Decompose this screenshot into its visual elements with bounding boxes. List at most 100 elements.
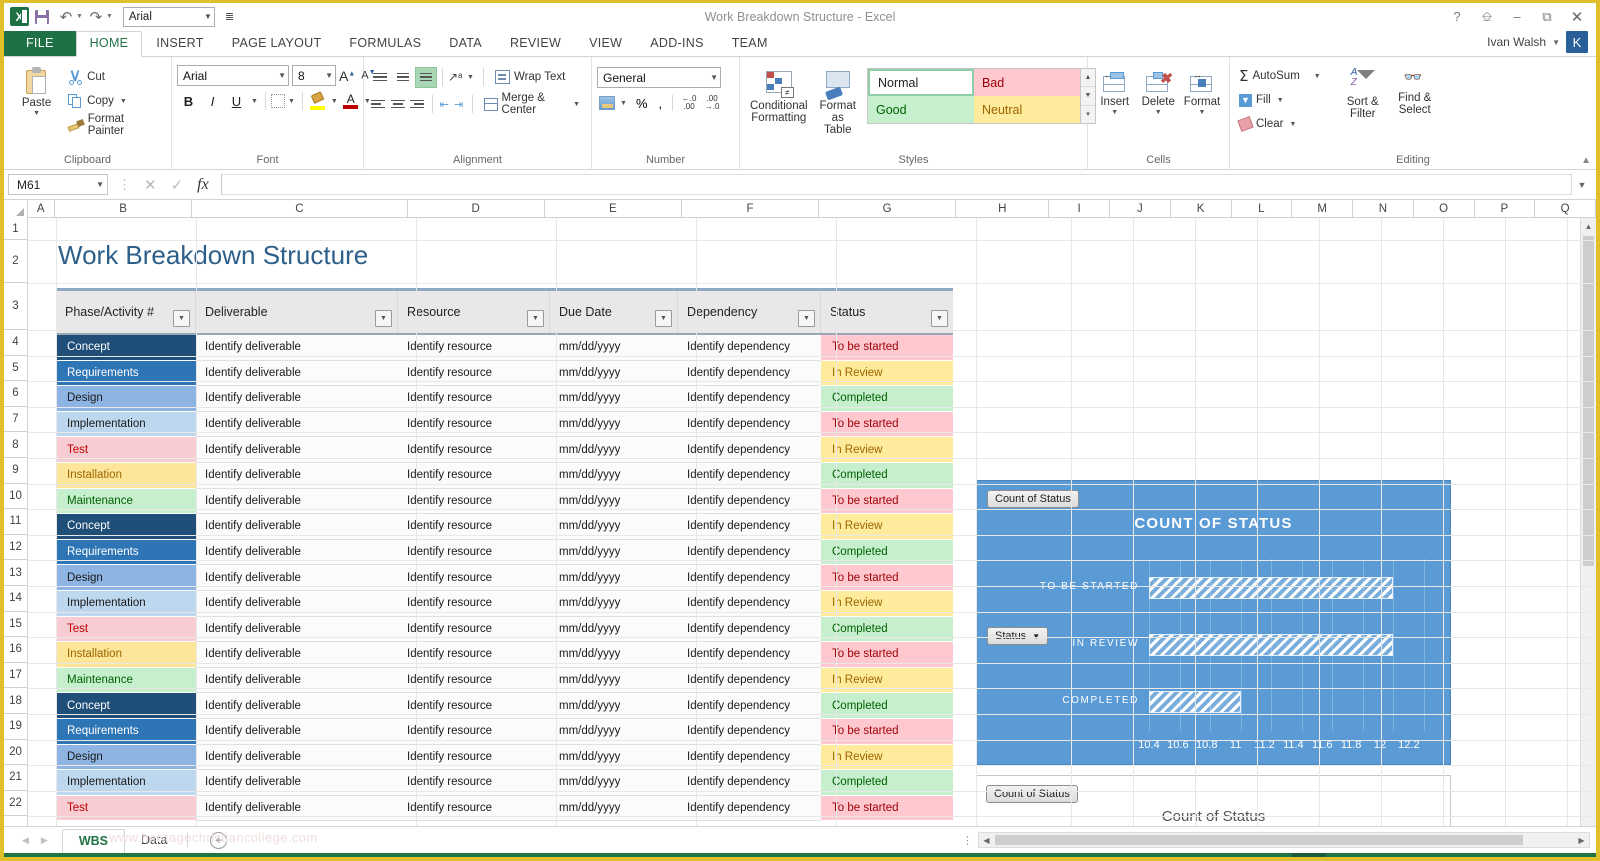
row-header-17[interactable]: 17 (4, 663, 27, 689)
cell-status[interactable]: Completed (821, 617, 953, 643)
increase-decimal-button[interactable]: ←.0.00 (679, 95, 699, 111)
cell-resource[interactable]: Identify resource (398, 668, 550, 694)
row-header-11[interactable]: 11 (4, 509, 27, 535)
row-header-21[interactable]: 21 (4, 765, 27, 791)
pivot-filter-button-status[interactable]: Status ▼ (987, 627, 1048, 645)
row-header-9[interactable]: 9 (4, 458, 27, 484)
row-header-2[interactable]: 2 (4, 240, 27, 283)
column-header-J[interactable]: J (1110, 200, 1171, 218)
tab-team[interactable]: TEAM (718, 32, 782, 56)
table-row[interactable]: TestIdentify deliverableIdentify resourc… (56, 617, 953, 643)
decrease-decimal-button[interactable]: .00→.0 (702, 95, 722, 111)
pivot-field-button-count-of-status-2[interactable]: Count of Status (986, 785, 1078, 803)
tab-data[interactable]: DATA (435, 32, 496, 56)
percent-style-button[interactable]: % (632, 96, 652, 111)
save-button[interactable] (31, 6, 53, 28)
cell-resource[interactable]: Identify resource (398, 540, 550, 566)
chevron-down-icon[interactable]: ▼ (96, 180, 104, 189)
cell-phase[interactable]: Requirements (56, 361, 196, 387)
chevron-down-icon[interactable]: ▼ (249, 98, 260, 105)
row-header-10[interactable]: 10 (4, 484, 27, 510)
column-header-A[interactable]: A (28, 200, 55, 218)
table-row[interactable]: RequirementsIdentify deliverableIdentify… (56, 540, 953, 566)
pivot-chart-count-of-status-bar[interactable]: Count of Status Status ▼ COUNT OF STATUS… (976, 480, 1451, 765)
tab-file[interactable]: FILE (4, 31, 76, 56)
paste-button[interactable]: Paste ▼ (9, 61, 64, 120)
minimize-icon[interactable]: – (1502, 6, 1532, 28)
cell-deliverable[interactable]: Identify deliverable (196, 591, 398, 617)
filter-dropdown-icon[interactable]: ▼ (375, 310, 392, 327)
chevron-down-icon[interactable]: ▼ (33, 110, 40, 117)
chevron-down-icon[interactable]: ▼ (329, 98, 340, 105)
tab-home[interactable]: HOME (76, 31, 143, 57)
chevron-down-icon[interactable]: ▼ (710, 73, 718, 82)
cell-status[interactable]: In Review (821, 361, 953, 387)
cell-resource[interactable]: Identify resource (398, 719, 550, 745)
row-header-22[interactable]: 22 (4, 791, 27, 817)
table-row[interactable]: TestIdentify deliverableIdentify resourc… (56, 437, 953, 463)
font-color-button[interactable]: A (341, 93, 361, 109)
cell-phase[interactable]: Design (56, 565, 196, 591)
table-row[interactable]: ConceptIdentify deliverableIdentify reso… (56, 335, 953, 361)
cell-style-bad[interactable]: Bad (974, 69, 1080, 96)
cell-phase[interactable]: Test (56, 796, 196, 822)
cell-due-date[interactable]: mm/dd/yyyy (550, 617, 678, 643)
table-row[interactable]: InstallationIdentify deliverableIdentify… (56, 642, 953, 668)
cell-resource[interactable]: Identify resource (398, 386, 550, 412)
collapse-ribbon-icon[interactable]: ▲ (1581, 155, 1591, 166)
cell-deliverable[interactable]: Identify deliverable (196, 642, 398, 668)
previous-sheet-icon[interactable]: ◀ (22, 835, 29, 846)
increase-font-size-button[interactable]: A▲ (336, 68, 358, 84)
chevron-down-icon[interactable]: ▼ (278, 71, 286, 80)
column-header-Q[interactable]: Q (1535, 200, 1596, 218)
sheet-tab-wbs[interactable]: WBS (62, 829, 125, 853)
cell-deliverable[interactable]: Identify deliverable (196, 565, 398, 591)
vertical-scrollbar[interactable]: ▲ (1580, 218, 1596, 826)
table-row[interactable]: ConceptIdentify deliverableIdentify reso… (56, 693, 953, 719)
cell-phase[interactable]: Concept (56, 693, 196, 719)
column-header-E[interactable]: E (545, 200, 682, 218)
chevron-down-icon[interactable]: ▼ (1312, 73, 1323, 80)
column-header-G[interactable]: G (819, 200, 956, 218)
undo-button[interactable]: ↶ (55, 6, 77, 28)
cell-deliverable[interactable]: Identify deliverable (196, 745, 398, 771)
cell-phase[interactable]: Maintenance (56, 668, 196, 694)
horizontal-scrollbar[interactable]: ◀ ▶ (978, 832, 1590, 848)
cell-resource[interactable]: Identify resource (398, 617, 550, 643)
row-header-18[interactable]: 18 (4, 688, 27, 714)
column-header-O[interactable]: O (1414, 200, 1475, 218)
table-row[interactable]: DesignIdentify deliverableIdentify resou… (56, 745, 953, 771)
table-row[interactable]: MaintenanceIdentify deliverableIdentify … (56, 668, 953, 694)
scroll-right-icon[interactable]: ▶ (1574, 836, 1589, 845)
cell-deliverable[interactable]: Identify deliverable (196, 693, 398, 719)
next-sheet-icon[interactable]: ▶ (41, 835, 48, 846)
cell-due-date[interactable]: mm/dd/yyyy (550, 770, 678, 796)
cell-deliverable[interactable]: Identify deliverable (196, 463, 398, 489)
row-header-7[interactable]: 7 (4, 407, 27, 433)
table-header-status[interactable]: Status ▼ (821, 291, 953, 333)
row-header-5[interactable]: 5 (4, 356, 27, 382)
cell-status[interactable]: Completed (821, 386, 953, 412)
sort-filter-button[interactable]: AZ Sort & Filter (1337, 65, 1389, 123)
cell-due-date[interactable]: mm/dd/yyyy (550, 591, 678, 617)
cell-phase[interactable]: Concept (56, 514, 196, 540)
cell-dependency[interactable]: Identify dependency (678, 617, 821, 643)
column-header-B[interactable]: B (55, 200, 192, 218)
align-top-button[interactable] (369, 67, 391, 88)
table-row[interactable]: DesignIdentify deliverableIdentify resou… (56, 565, 953, 591)
cell-dependency[interactable]: Identify dependency (678, 770, 821, 796)
cell-due-date[interactable]: mm/dd/yyyy (550, 361, 678, 387)
tab-add-ins[interactable]: ADD-INS (636, 32, 718, 56)
align-bottom-button[interactable] (415, 67, 437, 88)
clear-button[interactable]: Clear ▼ (1235, 113, 1327, 135)
cell-dependency[interactable]: Identify dependency (678, 386, 821, 412)
tab-insert[interactable]: INSERT (142, 32, 217, 56)
page-layout-view-button[interactable] (1326, 853, 1360, 861)
row-header-8[interactable]: 8 (4, 432, 27, 458)
column-header-P[interactable]: P (1475, 200, 1536, 218)
align-left-button[interactable] (369, 94, 388, 115)
select-all-button[interactable] (4, 200, 28, 218)
cell-resource[interactable]: Identify resource (398, 745, 550, 771)
align-right-button[interactable] (408, 94, 427, 115)
italic-button[interactable]: I (201, 90, 224, 112)
